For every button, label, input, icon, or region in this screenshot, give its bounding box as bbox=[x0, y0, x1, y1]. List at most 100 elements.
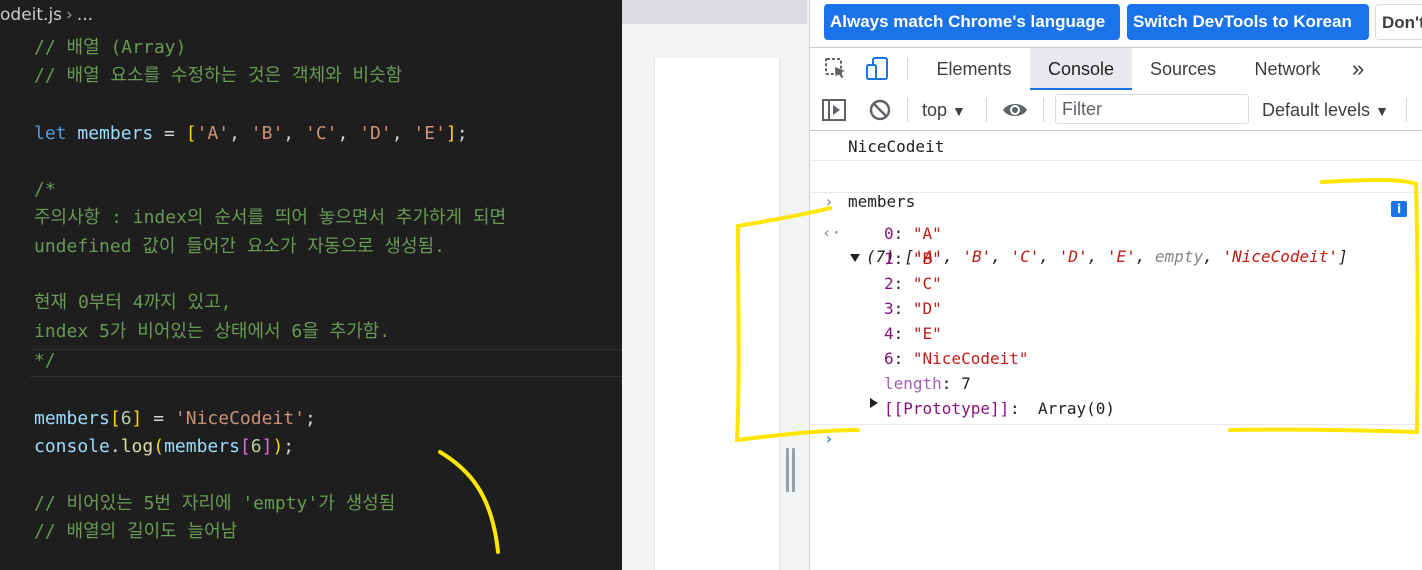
console-log-message: NiceCodeit bbox=[810, 135, 1422, 161]
divider bbox=[986, 98, 987, 122]
operator: = bbox=[153, 123, 186, 144]
code-line: // 비어있는 5번 자리에 'empty'가 생성됨 bbox=[34, 493, 396, 514]
prototype-entry[interactable]: [[Prototype]]: Array(0) bbox=[810, 397, 1422, 425]
array-length-entry: length: 7 bbox=[884, 374, 971, 393]
entry-key: 2 bbox=[884, 274, 894, 293]
bracket: [ bbox=[109, 408, 121, 429]
code-line: let members = ['A', 'B', 'C', 'D', 'E']; bbox=[34, 120, 468, 148]
clear-console-icon[interactable] bbox=[869, 99, 891, 121]
device-toolbar-icon[interactable] bbox=[865, 56, 891, 82]
identifier: members bbox=[77, 123, 154, 144]
entry-value: Array(0) bbox=[1038, 399, 1116, 418]
breadcrumb-more[interactable]: ... bbox=[77, 5, 93, 25]
tab-sources[interactable]: Sources bbox=[1136, 48, 1230, 90]
sidebar-toggle-icon[interactable] bbox=[822, 99, 846, 121]
tab-network[interactable]: Network bbox=[1235, 48, 1340, 90]
code-line: undefined 값이 들어간 요소가 자동으로 생성됨. bbox=[34, 236, 445, 257]
context-selector[interactable]: top ▼ bbox=[922, 90, 966, 131]
bracket: ] bbox=[261, 436, 273, 457]
devtools-tabs: Elements Console Sources Network » bbox=[810, 47, 1422, 91]
code-line: */ bbox=[34, 350, 56, 371]
live-expression-eye-icon[interactable] bbox=[1001, 100, 1029, 120]
entry-key: [[Prototype]] bbox=[884, 399, 1010, 418]
panel-resize-handle[interactable] bbox=[786, 448, 796, 492]
code-line: 주의사항 : index의 순서를 띄어 놓으면서 추가하게 되면 bbox=[34, 207, 507, 228]
array-entry: 3: "D" bbox=[884, 299, 942, 318]
entry-key: 4 bbox=[884, 324, 894, 343]
punct: , bbox=[283, 123, 305, 144]
chevron-right-icon: › bbox=[66, 5, 73, 25]
code-line: members[6] = 'NiceCodeit'; bbox=[34, 405, 316, 433]
console-filter-input[interactable] bbox=[1055, 94, 1249, 124]
entry-value: "D" bbox=[912, 299, 942, 318]
info-icon[interactable]: i bbox=[1391, 201, 1407, 217]
code-line: 현재 0부터 4까지 있고, bbox=[34, 292, 232, 313]
string: 'NiceCodeit' bbox=[174, 408, 305, 429]
string: 'B' bbox=[250, 123, 284, 144]
entry-key: 6 bbox=[884, 349, 894, 368]
language-infobar: Always match Chrome's language Switch De… bbox=[810, 0, 1422, 46]
array-entry: 1: "B" bbox=[884, 249, 942, 268]
divider bbox=[1406, 98, 1407, 122]
dropdown-arrow-icon: ▼ bbox=[1375, 103, 1389, 119]
dropdown-arrow-icon: ▼ bbox=[952, 103, 966, 119]
context-label: top bbox=[922, 100, 948, 120]
array-entry: 4: "E" bbox=[884, 324, 942, 343]
punct: , bbox=[229, 123, 251, 144]
entry-key: length bbox=[884, 374, 942, 393]
entry-key: 1 bbox=[884, 249, 894, 268]
entry-value: 7 bbox=[961, 374, 971, 393]
divider bbox=[907, 58, 908, 80]
punct: , bbox=[391, 123, 414, 144]
punct: , bbox=[337, 123, 360, 144]
string: 'A' bbox=[196, 123, 230, 144]
match-language-button[interactable]: Always match Chrome's language bbox=[824, 4, 1120, 40]
entry-value: "C" bbox=[912, 274, 942, 293]
breadcrumb: odeit.js ›... bbox=[0, 5, 93, 31]
bracket: ( bbox=[153, 436, 165, 457]
bracket: ] bbox=[445, 123, 457, 144]
punct: ; bbox=[283, 436, 295, 457]
entry-key: 0 bbox=[884, 224, 894, 243]
result-arrow-icon: ‹· bbox=[822, 223, 842, 242]
string: 'D' bbox=[359, 123, 392, 144]
console-toolbar: top ▼ Default levels ▼ bbox=[810, 90, 1422, 131]
punct: . bbox=[109, 436, 121, 457]
log-levels-label: Default levels bbox=[1262, 100, 1371, 120]
dont-show-button[interactable]: Don't bbox=[1375, 4, 1422, 40]
string: 'C' bbox=[304, 123, 338, 144]
array-entry: 0: "A" bbox=[884, 224, 942, 243]
console-output: NiceCodeit › members ‹· (7) ['A', 'B', 'C… bbox=[810, 131, 1422, 570]
inspect-element-icon[interactable] bbox=[824, 57, 848, 81]
code-line: /* bbox=[34, 179, 56, 200]
more-tabs-icon[interactable]: » bbox=[1352, 48, 1372, 90]
switch-language-button[interactable]: Switch DevTools to Korean bbox=[1127, 4, 1369, 40]
identifier: console bbox=[34, 436, 110, 457]
array-entry: 2: "C" bbox=[884, 274, 942, 293]
identifier: members bbox=[34, 408, 110, 429]
entry-key: 3 bbox=[884, 299, 894, 318]
code-line: index 5가 비어있는 상태에서 6을 추가함. bbox=[34, 321, 391, 342]
code-line: // 배열 요소를 수정하는 것은 객체와 비슷함 bbox=[34, 65, 403, 86]
page-viewport bbox=[622, 0, 809, 570]
breadcrumb-file[interactable]: odeit.js bbox=[0, 5, 62, 25]
bracket: [ bbox=[185, 123, 197, 144]
function-name: log bbox=[120, 436, 154, 457]
bracket: ) bbox=[272, 436, 284, 457]
code-line: // 배열 (Array) bbox=[34, 37, 187, 58]
array-entry: 6: "NiceCodeit" bbox=[884, 349, 1029, 368]
number: 6 bbox=[120, 408, 132, 429]
log-levels-dropdown[interactable]: Default levels ▼ bbox=[1262, 90, 1389, 131]
punct: ; bbox=[304, 408, 316, 429]
code-editor[interactable]: odeit.js ›... // 배열 (Array) // 배열 요소를 수정하… bbox=[0, 0, 622, 570]
bracket: [ bbox=[239, 436, 251, 457]
code-line: console.log(members[6]); bbox=[34, 433, 294, 461]
expand-arrow-icon[interactable] bbox=[850, 253, 860, 262]
tab-elements[interactable]: Elements bbox=[921, 48, 1027, 90]
tab-console[interactable]: Console bbox=[1030, 48, 1132, 90]
page-header-strip bbox=[622, 0, 807, 24]
code-line: // 배열의 길이도 늘어남 bbox=[34, 521, 238, 542]
divider bbox=[1043, 98, 1044, 122]
entry-value: "A" bbox=[912, 224, 942, 243]
expand-arrow-icon[interactable] bbox=[870, 398, 878, 408]
